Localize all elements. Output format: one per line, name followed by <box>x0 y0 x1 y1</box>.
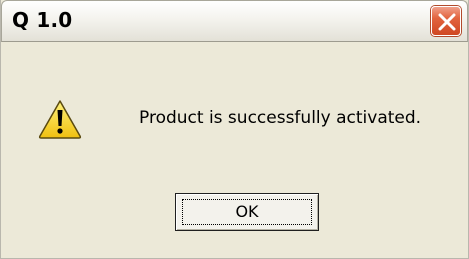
title-bar[interactable]: Q 1.0 <box>1 0 468 42</box>
dialog-message: Product is successfully activated. <box>139 108 422 128</box>
close-button[interactable] <box>431 6 461 36</box>
warning-icon <box>38 100 82 139</box>
window-title: Q 1.0 <box>12 8 73 32</box>
close-icon <box>438 13 456 31</box>
ok-button[interactable]: OK <box>175 193 319 231</box>
ok-button-label: OK <box>235 202 259 221</box>
message-dialog: Q 1.0 Product is successfully activated.… <box>0 0 469 259</box>
